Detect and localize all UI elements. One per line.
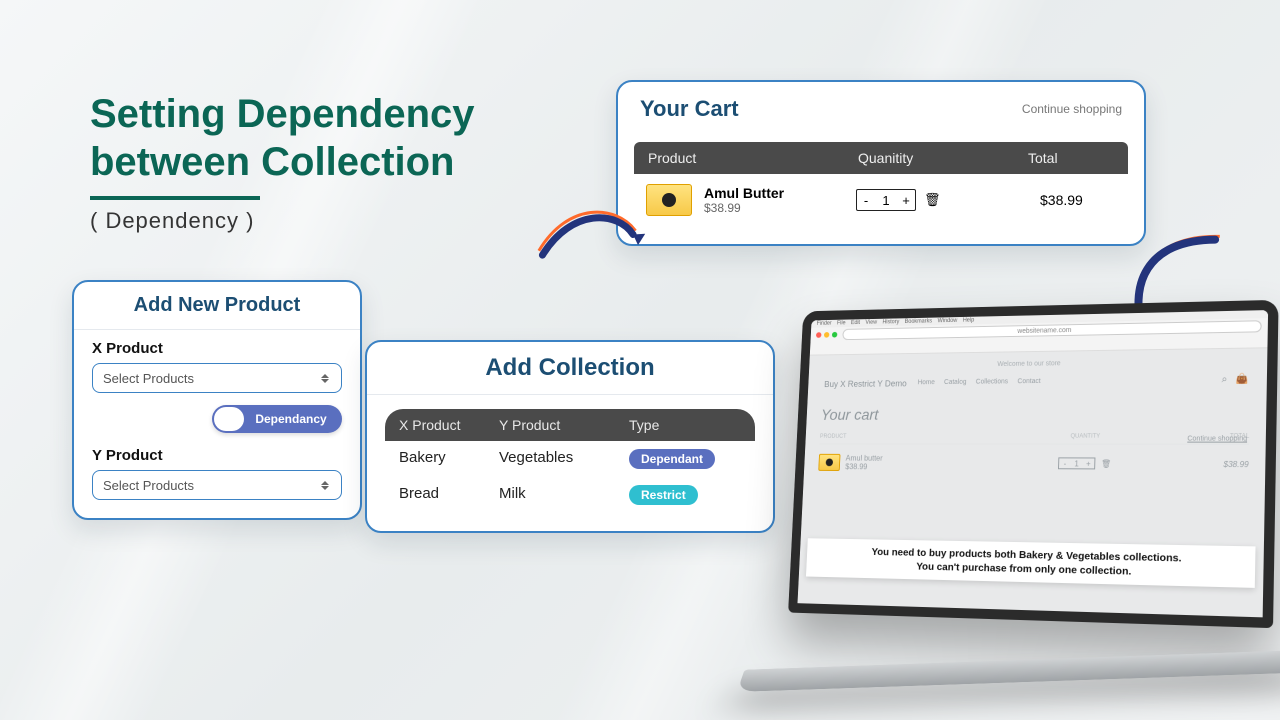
minimize-icon xyxy=(824,332,830,338)
store-continue-shopping[interactable]: Continue shopping xyxy=(1187,436,1247,443)
col-type: Type xyxy=(615,409,755,441)
add-new-product-card: Add New Product X Product Select Product… xyxy=(72,280,362,520)
storefront-page: Welcome to our store Buy X Restrict Y De… xyxy=(797,348,1267,617)
page-subtitle: ( Dependency ) xyxy=(90,208,475,234)
menu-item: History xyxy=(882,319,899,325)
continue-shopping-link[interactable]: Continue shopping xyxy=(1022,102,1122,116)
nav-link[interactable]: Collections xyxy=(976,378,1008,385)
store-cart-header: PRODUCT QUANTITY TOTAL xyxy=(820,429,1250,444)
cell-x: Bakery xyxy=(385,449,485,469)
dependency-toggle-label: Dependancy xyxy=(246,412,342,426)
collection-table: X Product Y Product Type Bakery Vegetabl… xyxy=(385,409,755,513)
col-quantity: QUANTITY xyxy=(994,434,1180,440)
x-product-select[interactable]: Select Products xyxy=(92,363,342,393)
nav-link[interactable]: Contact xyxy=(1017,378,1040,385)
toggle-knob xyxy=(214,407,244,431)
your-cart-card: Your Cart Continue shopping Product Quan… xyxy=(616,80,1146,246)
menu-item: Window xyxy=(937,318,957,324)
nav-link[interactable]: Home xyxy=(918,379,935,386)
y-product-select[interactable]: Select Products xyxy=(92,470,342,500)
chevron-updown-icon xyxy=(321,478,331,492)
page-title-block: Setting Dependency between Collection ( … xyxy=(90,90,475,234)
col-y-product: Y Product xyxy=(485,409,615,441)
qty-value: 1 xyxy=(875,193,897,208)
add-new-product-heading: Add New Product xyxy=(74,282,360,330)
nav-link[interactable]: Catalog xyxy=(944,379,967,386)
laptop-base xyxy=(737,650,1280,692)
cart-table-header: Product Quanitity Total xyxy=(634,142,1128,174)
trash-icon[interactable]: 🗑 xyxy=(1101,459,1111,468)
x-product-field: X Product Select Products xyxy=(74,330,360,393)
store-cart-row: Amul butter $38.99 - 1 + 🗑 $38.99 xyxy=(818,444,1249,483)
menu-item: Bookmarks xyxy=(905,319,933,325)
laptop-screen: Finder File Edit View History Bookmarks … xyxy=(788,300,1279,628)
toggle-row: Dependancy xyxy=(74,393,360,437)
cell-x: Bread xyxy=(385,485,485,505)
title-underline xyxy=(90,196,260,200)
qty-value: 1 xyxy=(1071,459,1083,468)
col-total: Total xyxy=(1014,142,1128,174)
page-title-line2: between Collection xyxy=(90,140,455,184)
x-product-label: X Product xyxy=(92,340,342,357)
cart-table: Product Quanitity Total Amul Butter $38.… xyxy=(634,142,1128,226)
cell-y: Milk xyxy=(485,485,615,505)
qty-increment-button[interactable]: + xyxy=(897,193,915,208)
store-cart-heading: Your cart xyxy=(821,405,1250,425)
product-thumbnail xyxy=(646,184,692,216)
menu-item: Edit xyxy=(851,320,860,326)
page-title-line1: Setting Dependency xyxy=(90,92,475,136)
product-name: Amul Butter xyxy=(704,185,856,201)
arrow-icon xyxy=(532,192,649,273)
y-product-field: Y Product Select Products xyxy=(74,437,360,500)
y-product-label: Y Product xyxy=(92,447,342,464)
x-product-select-value: Select Products xyxy=(103,371,194,386)
window-controls xyxy=(816,332,837,338)
add-collection-heading: Add Collection xyxy=(367,342,773,395)
line-total: $38.99 xyxy=(1026,192,1128,208)
qty-increment-button[interactable]: + xyxy=(1082,459,1094,468)
col-quantity: Quanitity xyxy=(844,142,1014,174)
menu-item: View xyxy=(865,320,877,326)
type-badge-restrict: Restrict xyxy=(629,485,698,505)
store-brand: Buy X Restrict Y Demo xyxy=(824,378,907,388)
col-product: PRODUCT xyxy=(820,434,994,440)
menu-item: Help xyxy=(963,318,975,324)
product-unit-price: $38.99 xyxy=(704,201,856,215)
type-badge-dependant: Dependant xyxy=(629,449,715,469)
menu-item: File xyxy=(837,321,846,327)
search-icon[interactable]: ⌕ xyxy=(1221,374,1227,385)
close-icon xyxy=(816,332,822,338)
col-x-product: X Product xyxy=(385,409,485,441)
product-thumbnail xyxy=(818,454,840,471)
dependency-toggle[interactable]: Dependancy xyxy=(212,405,342,433)
quantity-stepper[interactable]: - 1 + xyxy=(1058,457,1095,469)
store-nav: Buy X Restrict Y Demo Home Catalog Colle… xyxy=(822,368,1251,395)
chevron-updown-icon xyxy=(321,371,331,385)
add-collection-card: Add Collection X Product Y Product Type … xyxy=(365,340,775,533)
cart-heading: Your Cart xyxy=(640,96,739,122)
y-product-select-value: Select Products xyxy=(103,478,194,493)
product-name: Amul butter xyxy=(845,454,882,463)
product-price: $38.99 xyxy=(845,462,882,471)
cell-y: Vegetables xyxy=(485,449,615,469)
menu-item: Finder xyxy=(816,321,831,327)
collection-table-header: X Product Y Product Type xyxy=(385,409,755,441)
maximize-icon xyxy=(832,332,838,338)
table-row: Bread Milk Restrict xyxy=(385,477,755,513)
quantity-stepper[interactable]: - 1 + xyxy=(856,189,916,211)
table-row: Bakery Vegetables Dependant xyxy=(385,441,755,477)
cart-row: Amul Butter $38.99 - 1 + 🗑 $38.99 xyxy=(634,174,1128,226)
col-product: Product xyxy=(634,142,844,174)
page-title: Setting Dependency between Collection xyxy=(90,90,475,186)
trash-icon[interactable]: 🗑 xyxy=(924,192,941,208)
laptop-mockup: Finder File Edit View History Bookmarks … xyxy=(770,300,1280,690)
dependency-warning: You need to buy products both Bakery & V… xyxy=(806,538,1256,588)
line-total: $38.99 xyxy=(1179,459,1249,468)
qty-decrement-button[interactable]: - xyxy=(857,193,875,208)
qty-decrement-button[interactable]: - xyxy=(1059,459,1071,468)
bag-icon[interactable]: 👜 xyxy=(1235,374,1248,385)
